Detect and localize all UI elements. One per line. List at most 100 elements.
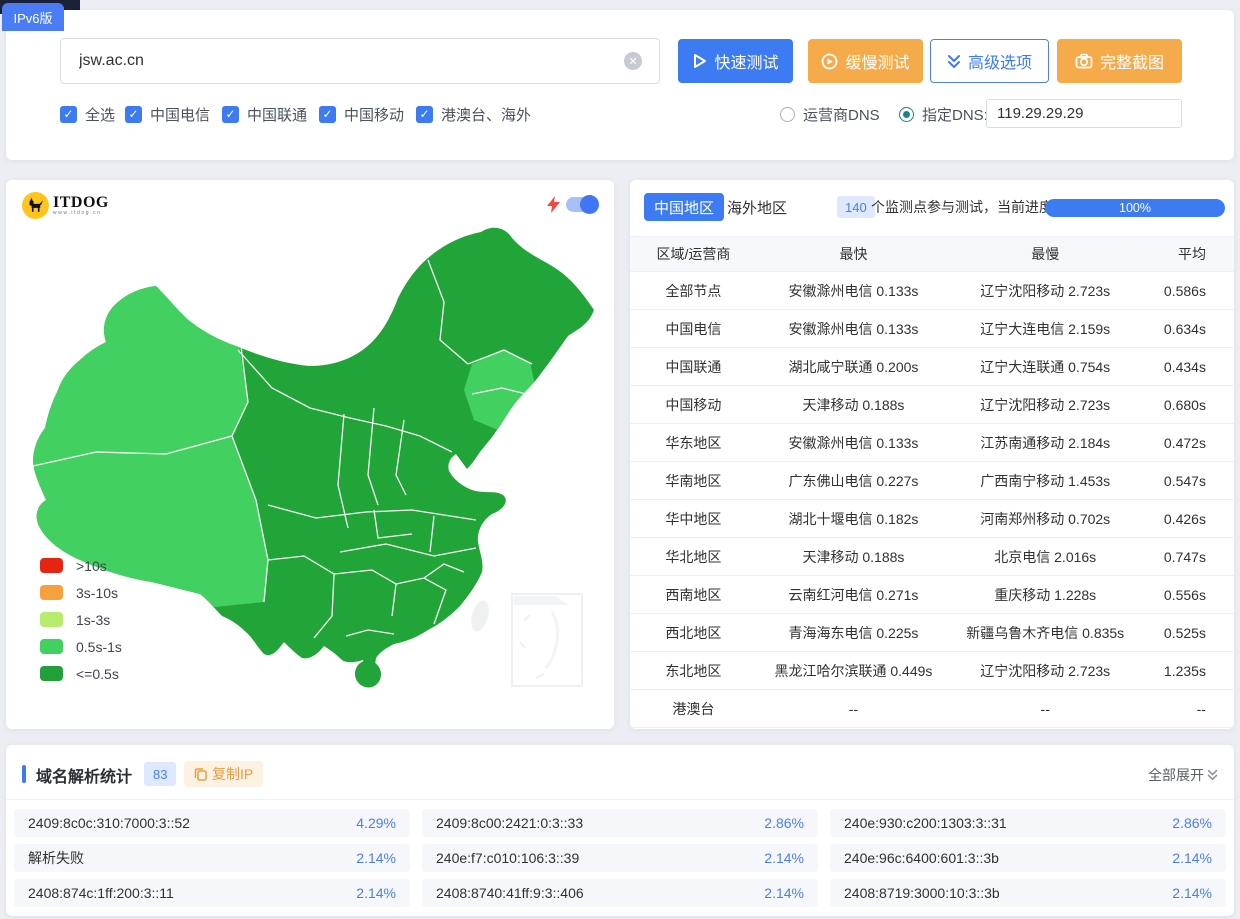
toolbar-card: 快速测试 缓慢测试 高级选项 完整截图 全选 xyxy=(6,10,1234,160)
cell-slowest: 辽宁大连电信 2.159s xyxy=(950,319,1140,339)
cell-slowest: 重庆移动 1.228s xyxy=(950,585,1140,605)
table-row: 港澳台 -- -- -- xyxy=(630,690,1234,728)
cell-fastest: 湖北十堰电信 0.182s xyxy=(757,509,950,529)
checkbox-china-unicom[interactable]: 中国联通 xyxy=(222,102,307,126)
table-row: 华中地区 湖北十堰电信 0.182s 河南郑州移动 0.702s 0.426s xyxy=(630,500,1234,538)
expand-all-button[interactable]: 全部展开 xyxy=(1148,765,1218,785)
cell-average: 0.680s xyxy=(1140,397,1234,413)
cell-slowest: -- xyxy=(950,701,1140,717)
radio-specified-dns[interactable]: 指定DNS: xyxy=(899,102,988,126)
checkbox-hmt-overseas[interactable]: 港澳台、海外 xyxy=(416,102,531,126)
play-circle-icon xyxy=(821,53,838,70)
table-header: 区域/运营商 最快 最慢 平均 xyxy=(630,236,1234,272)
cell-fastest: 安徽滁州电信 0.133s xyxy=(757,433,950,453)
ip-item[interactable]: 解析失败 2.14% xyxy=(14,844,410,872)
ip-value: 240e:f7:c010:106:3::39 xyxy=(436,850,579,866)
cell-slowest: 广西南宁移动 1.453s xyxy=(950,471,1140,491)
cell-average: 0.747s xyxy=(1140,549,1234,565)
ip-item[interactable]: 240e:f7:c010:106:3::39 2.14% xyxy=(422,844,818,872)
ip-percent: 2.86% xyxy=(764,815,804,831)
col-header-slowest: 最慢 xyxy=(950,244,1140,264)
full-screenshot-button[interactable]: 完整截图 xyxy=(1057,39,1182,83)
advanced-options-button[interactable]: 高级选项 xyxy=(930,39,1049,83)
cell-region: 西南地区 xyxy=(630,585,757,605)
legend-label: 0.5s-1s xyxy=(76,639,122,655)
ip-item[interactable]: 2408:8719:3000:10:3::3b 2.14% xyxy=(830,879,1226,907)
dns-count-badge: 83 xyxy=(144,762,176,786)
ip-percent: 2.86% xyxy=(1172,815,1212,831)
quick-test-button[interactable]: 快速测试 xyxy=(678,39,793,83)
logo-subtitle: www.itdog.cn xyxy=(53,210,109,216)
cell-slowest: 江苏南通移动 2.184s xyxy=(950,433,1140,453)
radio-label: 运营商DNS xyxy=(803,104,880,125)
cell-average: 1.235s xyxy=(1140,663,1234,679)
cell-slowest: 辽宁沈阳移动 2.723s xyxy=(950,661,1140,681)
ip-value: 解析失败 xyxy=(28,848,84,868)
table-row: 华东地区 安徽滁州电信 0.133s 江苏南通移动 2.184s 0.472s xyxy=(630,424,1234,462)
dns-input[interactable] xyxy=(986,99,1182,128)
tab-china-region[interactable]: 中国地区 xyxy=(644,193,724,221)
ip-value: 2408:8719:3000:10:3::3b xyxy=(844,885,1000,901)
ip-percent: 2.14% xyxy=(1172,850,1212,866)
play-icon xyxy=(692,53,707,69)
radio-carrier-dns[interactable]: 运营商DNS xyxy=(780,102,880,126)
ip-percent: 2.14% xyxy=(356,850,396,866)
cell-region: 西北地区 xyxy=(630,623,757,643)
cell-average: 0.434s xyxy=(1140,359,1234,375)
fast-mode-toggle[interactable] xyxy=(566,197,598,212)
legend-item: 3s-10s xyxy=(40,585,122,600)
tab-overseas-region[interactable]: 海外地区 xyxy=(727,193,787,221)
ip-item[interactable]: 2408:8740:41ff:9:3::406 2.14% xyxy=(422,879,818,907)
checkbox-icon xyxy=(125,106,142,123)
copy-ip-button[interactable]: 复制IP xyxy=(184,761,263,787)
cell-slowest: 辽宁沈阳移动 2.723s xyxy=(950,395,1140,415)
legend-swatch xyxy=(40,558,63,573)
quick-test-label: 快速测试 xyxy=(714,49,778,73)
taiwan-island xyxy=(468,598,492,633)
progress-bar: 100% xyxy=(1045,199,1225,217)
cell-region: 华南地区 xyxy=(630,471,757,491)
cell-average: 0.586s xyxy=(1140,283,1234,299)
cell-region: 港澳台 xyxy=(630,699,757,719)
map-card: ITDOG www.itdog.cn >10s 3s-10s xyxy=(6,180,614,729)
checkbox-icon xyxy=(60,106,77,123)
ip-value: 240e:930:c200:1303:3::31 xyxy=(844,815,1007,831)
ip-item[interactable]: 2409:8c00:2421:0:3::33 2.86% xyxy=(422,809,818,837)
legend-label: >10s xyxy=(76,558,107,574)
lightning-icon xyxy=(547,196,560,213)
cell-slowest: 河南郑州移动 0.702s xyxy=(950,509,1140,529)
checkbox-china-telecom[interactable]: 中国电信 xyxy=(125,102,210,126)
table-row: 华南地区 广东佛山电信 0.227s 广西南宁移动 1.453s 0.547s xyxy=(630,462,1234,500)
cell-fastest: 天津移动 0.188s xyxy=(757,547,950,567)
clear-input-icon[interactable] xyxy=(624,52,642,70)
ip-grid: 2409:8c0c:310:7000:3::52 4.29% 2409:8c00… xyxy=(14,809,1226,907)
ipv6-tab[interactable]: IPv6版 xyxy=(2,3,64,31)
cell-fastest: 黑龙江哈尔滨联通 0.449s xyxy=(757,661,950,681)
full-screenshot-label: 完整截图 xyxy=(1100,49,1164,73)
checkbox-label: 中国电信 xyxy=(150,104,210,125)
domain-input[interactable] xyxy=(60,38,660,84)
cell-average: 0.556s xyxy=(1140,587,1234,603)
radio-label: 指定DNS: xyxy=(922,104,988,125)
cell-average: 0.547s xyxy=(1140,473,1234,489)
progress-label: 个监测点参与测试，当前进度: xyxy=(871,197,1057,217)
slow-test-button[interactable]: 缓慢测试 xyxy=(808,39,923,83)
ip-item[interactable]: 240e:96c:6400:601:3::3b 2.14% xyxy=(830,844,1226,872)
ip-percent: 4.29% xyxy=(356,815,396,831)
results-card: 中国地区 海外地区 140 个监测点参与测试，当前进度: 100% 区域/运营商… xyxy=(630,180,1234,729)
checkbox-icon xyxy=(319,106,336,123)
page: 快速测试 缓慢测试 高级选项 完整截图 全选 xyxy=(0,0,1240,919)
copy-icon xyxy=(194,767,207,781)
ip-value: 2408:874c:1ff:200:3::11 xyxy=(28,885,174,901)
checkbox-select-all[interactable]: 全选 xyxy=(60,102,115,126)
legend-swatch xyxy=(40,666,63,681)
ip-item[interactable]: 2408:874c:1ff:200:3::11 2.14% xyxy=(14,879,410,907)
ip-percent: 2.14% xyxy=(356,885,396,901)
logo-title: ITDOG xyxy=(53,196,109,210)
ip-item[interactable]: 2409:8c0c:310:7000:3::52 4.29% xyxy=(14,809,410,837)
legend-swatch xyxy=(40,639,63,654)
table-row: 东北地区 黑龙江哈尔滨联通 0.449s 辽宁沈阳移动 2.723s 1.235… xyxy=(630,652,1234,690)
camera-icon xyxy=(1075,53,1093,69)
ip-item[interactable]: 240e:930:c200:1303:3::31 2.86% xyxy=(830,809,1226,837)
checkbox-china-mobile[interactable]: 中国移动 xyxy=(319,102,404,126)
